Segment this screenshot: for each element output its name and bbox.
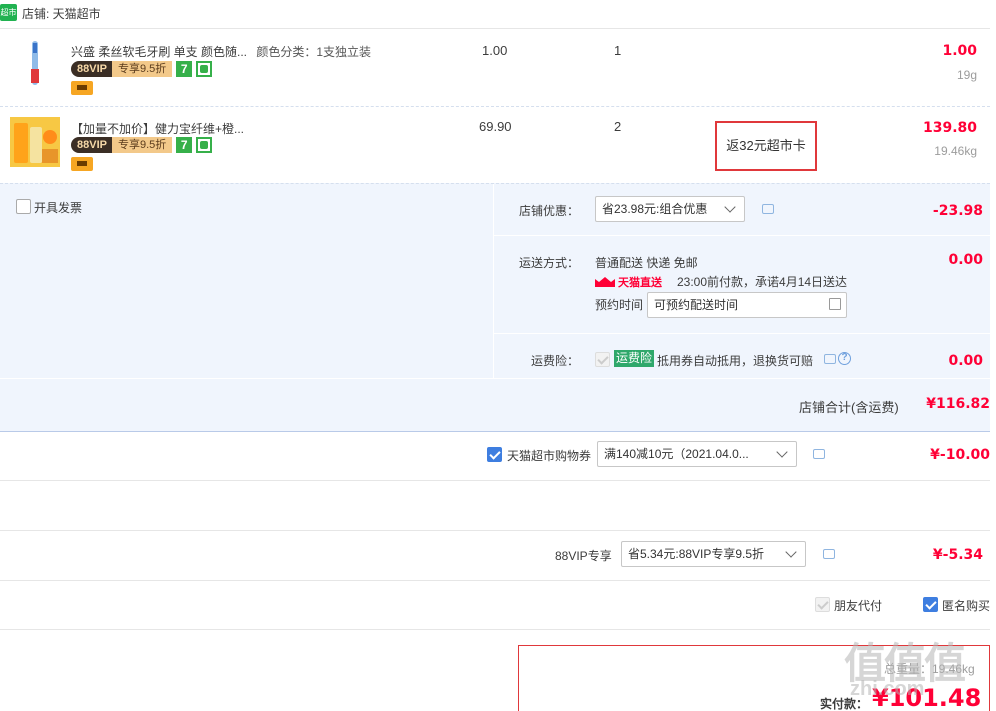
item-total: 139.80	[922, 120, 977, 136]
divider	[494, 235, 990, 236]
tmall-direct-logo: 天猫直送	[618, 277, 662, 289]
product-thumbnail[interactable]	[10, 117, 60, 167]
item-weight: 19.46kg	[934, 144, 977, 158]
coupon-label: 天猫超市购物券	[507, 449, 592, 463]
vip-tag: 88VIP 专享9.5折	[71, 61, 173, 77]
chat-icon[interactable]	[824, 354, 836, 364]
vip-tag: 88VIP 专享9.5折	[71, 137, 173, 153]
tmall-cat-icon	[595, 277, 615, 287]
invoice-label: 开具发票	[34, 201, 83, 215]
insurance-tag: 运费险	[614, 350, 655, 367]
chat-icon[interactable]	[823, 549, 835, 559]
shop-header: 超市 店铺: 天猫超市	[0, 0, 996, 28]
insurance-amount: 0.00	[948, 353, 983, 369]
seven-day-return-icon: 7	[176, 137, 193, 153]
shop-discount-label: 店铺优惠：	[519, 204, 580, 218]
delivery-promise: 23:00前付款，承诺4月14日送达	[677, 275, 848, 289]
promo-highlight: 返32元超市卡	[715, 121, 817, 171]
chevron-down-icon	[724, 201, 736, 213]
order-item: 【加量不加价】健力宝纤维+橙... 88VIP 专享9.5折 7 69.90 2 …	[0, 107, 990, 183]
shop-discount-select[interactable]: 省23.98元:组合优惠	[595, 196, 745, 222]
delivery-label: 运送方式：	[519, 256, 580, 270]
product-thumbnail[interactable]	[10, 39, 60, 89]
vip88-select[interactable]: 省5.34元:88VIP专享9.5折	[621, 541, 806, 567]
card-icon	[71, 157, 93, 171]
invoice-checkbox[interactable]	[16, 199, 31, 214]
supermarket-logo-icon: 超市	[0, 4, 17, 21]
card-icon	[71, 81, 93, 95]
quantity: 1	[614, 43, 622, 58]
shop-total-label: 店铺合计(含运费)	[799, 400, 899, 415]
insurance-label: 运费险：	[531, 354, 580, 368]
insurance-desc: 抵用券自动抵用，退换货可赔	[657, 354, 814, 368]
vip88-label: 88VIP专享	[555, 549, 612, 563]
divider	[0, 580, 990, 581]
vip88-amount: ¥-5.34	[932, 547, 983, 563]
appoint-label: 预约时间	[595, 298, 644, 312]
unit-price: 1.00	[482, 43, 508, 58]
quantity: 2	[614, 119, 622, 134]
divider	[494, 333, 990, 334]
coupon-select[interactable]: 满140减10元（2021.04.0...	[597, 441, 797, 467]
calendar-icon	[829, 298, 841, 310]
divider	[0, 629, 990, 630]
delivery-method: 普通配送 快递 免邮	[595, 256, 698, 270]
product-title[interactable]: 【加量不加价】健力宝纤维+橙...	[71, 120, 244, 137]
appoint-time-input[interactable]: 可预约配送时间	[647, 292, 847, 318]
shop-name[interactable]: 店铺: 天猫超市	[22, 5, 101, 22]
shop-total-amount: ¥116.82	[926, 396, 990, 412]
divider	[0, 183, 990, 184]
order-item: 兴盛 柔丝软毛牙刷 单支 颜色随... 颜色分类：1支独立装 88VIP 专享9.…	[0, 29, 990, 106]
help-icon[interactable]: ?	[838, 352, 851, 365]
chevron-down-icon	[785, 546, 797, 558]
coupon-checkbox[interactable]	[487, 447, 502, 462]
coupon-amount: ¥-10.00	[930, 447, 990, 463]
insurance-checkbox[interactable]	[595, 352, 610, 367]
divider	[0, 480, 990, 481]
divider	[0, 431, 990, 432]
shop-discount-amount: -23.98	[932, 203, 983, 219]
divider	[493, 184, 494, 378]
guarantee-icon	[196, 137, 213, 153]
friend-pay-checkbox[interactable]	[815, 597, 830, 612]
item-weight: 19g	[956, 68, 977, 82]
chat-icon[interactable]	[762, 204, 774, 214]
product-title[interactable]: 兴盛 柔丝软毛牙刷 单支 颜色随...	[71, 45, 247, 59]
friend-pay-label: 朋友代付	[834, 599, 883, 613]
divider	[0, 378, 990, 379]
divider	[0, 530, 990, 531]
anonymous-checkbox[interactable]	[923, 597, 938, 612]
anonymous-label: 匿名购买	[942, 599, 991, 613]
product-sku: 颜色分类：1支独立装	[256, 45, 372, 59]
chat-icon[interactable]	[813, 449, 825, 459]
watermark-url: zhi.com	[850, 678, 925, 700]
chevron-down-icon	[776, 446, 788, 458]
item-total: 1.00	[942, 43, 977, 59]
seven-day-return-icon: 7	[176, 61, 193, 77]
delivery-amount: 0.00	[948, 252, 983, 268]
unit-price: 69.90	[479, 119, 512, 134]
guarantee-icon	[196, 61, 213, 77]
